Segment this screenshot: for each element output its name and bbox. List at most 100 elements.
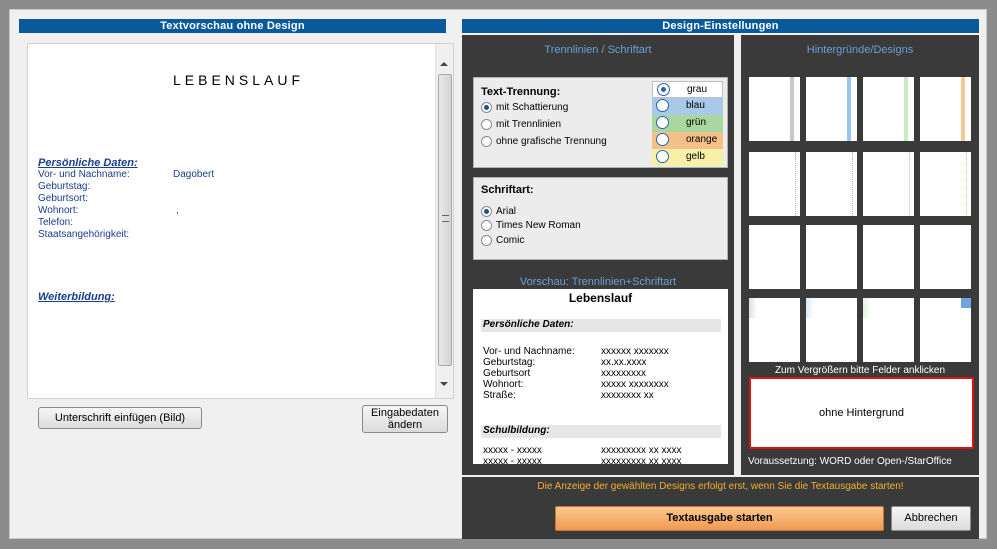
color-radio[interactable] (656, 99, 669, 112)
thumb-stripe (904, 77, 908, 141)
radio-label: mit Trennlinien (496, 119, 562, 130)
thumb-stripe (961, 77, 965, 141)
field-label: Geburtsort: (38, 193, 89, 204)
edit-input-data-button[interactable]: Eingabedaten ändern (362, 405, 448, 433)
preview-value: xxxxxxxx xx (601, 390, 654, 401)
radio-label: Arial (496, 206, 517, 217)
preview-label: Geburtstag: (483, 357, 536, 368)
insert-signature-button[interactable]: Unterschrift einfügen (Bild) (38, 407, 202, 429)
background-thumb[interactable] (749, 298, 800, 362)
radio-no-separation[interactable] (481, 136, 492, 147)
preview-label: Vor- und Nachname: (483, 346, 575, 357)
start-text-output-button[interactable]: Textausgabe starten (555, 506, 884, 531)
design-preview: Lebenslauf Persönliche Daten: Vor- und N… (473, 289, 728, 464)
preview-label: Straße: (483, 390, 516, 401)
enlarge-hint: Zum Vergrößern bitte Felder anklicken (774, 365, 946, 376)
backgrounds-title: Hintergründe/Designs (806, 44, 914, 56)
color-radio[interactable] (656, 116, 669, 129)
scroll-down-icon[interactable] (440, 382, 448, 386)
font-title: Schriftart: (481, 184, 534, 196)
color-label: blau (686, 100, 705, 111)
background-thumb[interactable] (806, 152, 857, 216)
background-thumb[interactable] (863, 77, 914, 141)
right-panel-header: Design-Einstellungen (462, 19, 979, 33)
selected-background-label: ohne Hintergrund (818, 407, 904, 419)
radio-font-arial[interactable] (481, 206, 492, 217)
field-value: , (176, 205, 179, 216)
color-label: grau (687, 84, 708, 95)
background-thumb[interactable] (749, 225, 800, 289)
background-thumb[interactable] (920, 152, 971, 216)
field-value: Dagobert (173, 169, 215, 180)
background-thumb[interactable] (806, 77, 857, 141)
radio-font-times[interactable] (481, 220, 492, 231)
vertical-scrollbar[interactable] (435, 44, 453, 398)
scroll-up-icon[interactable] (440, 62, 448, 66)
thumb-stripe (852, 152, 853, 216)
field-label: Telefon: (38, 217, 74, 228)
thumb-stripe (790, 77, 794, 141)
thumb-corner (749, 298, 757, 318)
grip-icon (442, 215, 449, 222)
background-thumb[interactable] (806, 225, 857, 289)
preview-label: Geburtsort (483, 368, 531, 379)
preview-value: xxxxx xxxxxxxx (601, 379, 669, 390)
background-thumb[interactable] (749, 152, 800, 216)
dialog-window: Textvorschau ohne Design LEBENSLAUF Pers… (9, 9, 987, 539)
preview-doc-title: Lebenslauf (568, 291, 633, 305)
color-radio[interactable] (657, 83, 670, 96)
preview-label: Wohnort: (483, 379, 524, 390)
radio-shading[interactable] (481, 102, 492, 113)
radio-label: ohne grafische Trennung (496, 136, 607, 147)
color-option-gruen[interactable]: grün (652, 115, 723, 132)
background-thumb[interactable] (920, 77, 971, 141)
preview-value: xxxxxxxxx xx xxxx (601, 445, 682, 456)
lines-fonts-title: Trennlinien / Schriftart (544, 44, 652, 56)
preview-title: Vorschau: Trennlinien+Schriftart (519, 276, 677, 288)
background-thumb[interactable] (863, 152, 914, 216)
thumb-stripe (909, 152, 910, 216)
background-thumb[interactable] (863, 298, 914, 362)
text-separation-title: Text-Trennung: (481, 86, 561, 98)
preview-label: xxxxx - xxxxx (483, 456, 542, 464)
background-thumb[interactable] (863, 225, 914, 289)
thumb-corner (863, 298, 871, 318)
radio-label: mit Schattierung (496, 102, 569, 113)
thumb-stripe (795, 152, 796, 216)
background-thumb[interactable] (749, 77, 800, 141)
left-panel-header: Textvorschau ohne Design (19, 19, 446, 33)
preview-value: xxxxxxxxx xx xxxx (601, 456, 682, 464)
scrollbar-thumb[interactable] (438, 74, 452, 366)
thumb-corner (806, 298, 814, 318)
field-label: Vor- und Nachname: (38, 169, 130, 180)
preview-section-school: Schulbildung: (481, 425, 721, 438)
edit-button-line2: ändern (387, 419, 423, 431)
background-thumb[interactable] (920, 225, 971, 289)
design-notice: Die Anzeige der gewählten Designs erfolg… (537, 481, 904, 492)
color-label: grün (686, 117, 707, 128)
radio-lines[interactable] (481, 119, 492, 130)
color-radio[interactable] (656, 150, 669, 163)
preview-section-label: Schulbildung: (483, 425, 550, 436)
edit-button-line1: Eingabedaten (371, 407, 439, 419)
text-preview-area: LEBENSLAUF Persönliche Daten: Vor- und N… (27, 43, 454, 399)
color-option-gelb[interactable]: gelb (652, 149, 723, 166)
thumb-stripe (847, 77, 851, 141)
radio-font-comic[interactable] (481, 235, 492, 246)
background-thumb[interactable] (920, 298, 971, 362)
preview-section-label: Persönliche Daten: (483, 319, 574, 330)
selected-background-box[interactable]: ohne Hintergrund (749, 377, 974, 449)
radio-label: Times New Roman (496, 220, 581, 231)
color-option-orange[interactable]: orange (652, 132, 723, 149)
color-option-blau[interactable]: blau (652, 98, 723, 115)
radio-label: Comic (496, 235, 525, 246)
preview-section-personal: Persönliche Daten: (481, 319, 721, 332)
doc-title: LEBENSLAUF (173, 72, 305, 88)
color-radio[interactable] (656, 133, 669, 146)
cancel-button[interactable]: Abbrechen (891, 506, 971, 531)
color-label: orange (686, 134, 718, 145)
thumb-stripe (966, 152, 967, 216)
color-option-grau[interactable]: grau (652, 81, 723, 98)
background-thumb[interactable] (806, 298, 857, 362)
field-label: Geburtstag: (38, 181, 91, 192)
